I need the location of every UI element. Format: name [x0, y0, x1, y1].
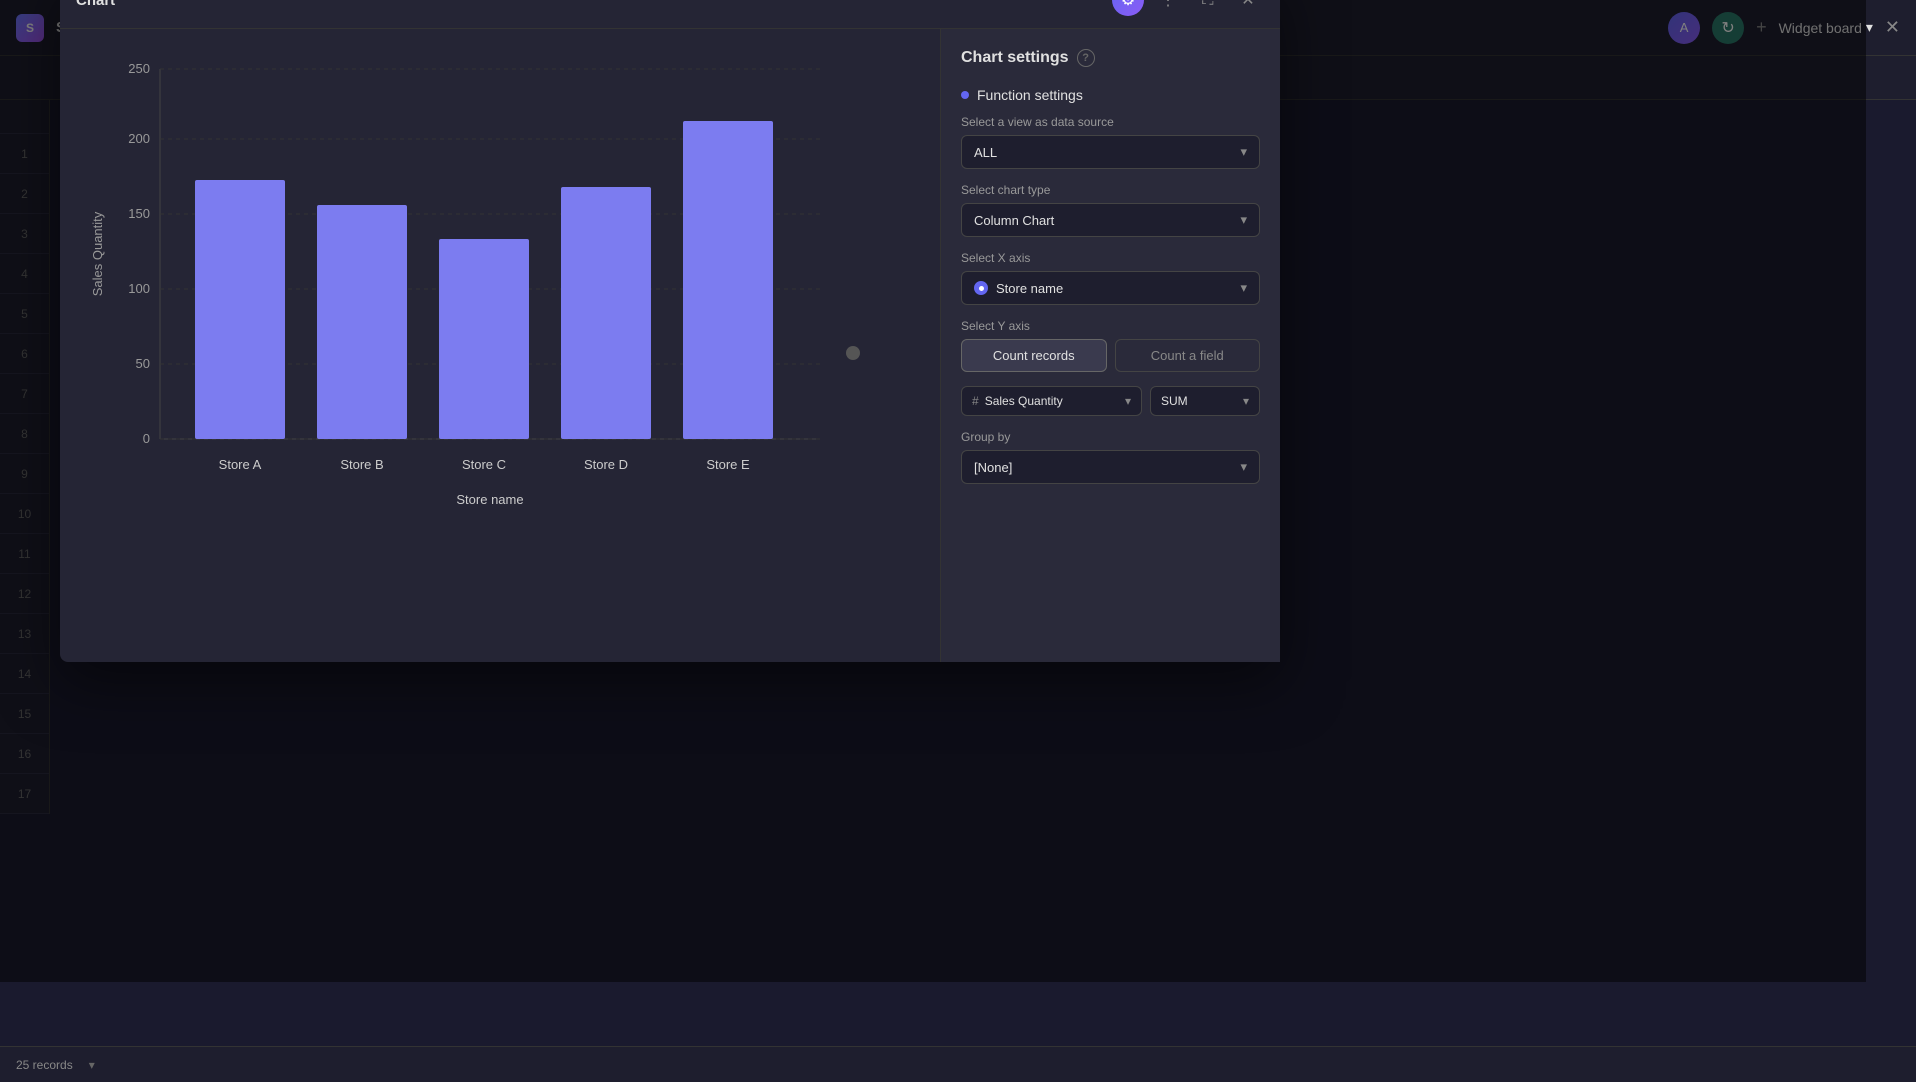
records-chevron-icon[interactable]: ▾ — [89, 1058, 95, 1072]
chevron-down-icon: ▾ — [1240, 280, 1247, 296]
y-axis-buttons: Count records Count a field — [961, 339, 1260, 372]
svg-text:0: 0 — [143, 431, 150, 446]
chart-type-label: Select chart type — [961, 183, 1260, 197]
field-tag[interactable]: # Sales Quantity ▾ — [961, 386, 1142, 416]
modal-header: Chart ⚙ ⋮ ⛶ ✕ — [60, 0, 1280, 29]
modal-overlay[interactable]: Chart ⚙ ⋮ ⛶ ✕ — [0, 0, 1866, 982]
chevron-down-icon: ▾ — [1866, 19, 1873, 36]
svg-text:Store D: Store D — [584, 457, 628, 472]
field-name: Sales Quantity — [985, 394, 1063, 408]
svg-text:Store name: Store name — [456, 492, 523, 507]
svg-text:Store A: Store A — [219, 457, 262, 472]
group-by-select[interactable]: [None] ▾ — [961, 450, 1260, 484]
x-axis-radio-inner — [979, 286, 984, 291]
modal-title: Chart — [76, 0, 115, 9]
chart-area: 0 50 100 150 200 250 Sales Quantity — [60, 29, 940, 662]
field-chevron-icon: ▾ — [1125, 394, 1131, 408]
svg-text:50: 50 — [136, 356, 150, 371]
close-modal-button[interactable]: ✕ — [1232, 0, 1264, 16]
chart-type-select[interactable]: Column Chart ▾ — [961, 203, 1260, 237]
svg-text:250: 250 — [128, 61, 150, 76]
bar-chart: 0 50 100 150 200 250 Sales Quantity — [80, 49, 860, 529]
chevron-down-icon: ▾ — [1240, 144, 1247, 160]
svg-text:Store E: Store E — [706, 457, 750, 472]
chart-type-value: Column Chart — [974, 213, 1054, 228]
aggregation-select[interactable]: SUM ▾ — [1150, 386, 1260, 416]
svg-text:Store B: Store B — [340, 457, 383, 472]
field-row: # Sales Quantity ▾ SUM ▾ — [961, 386, 1260, 416]
count-records-button[interactable]: Count records — [961, 339, 1107, 372]
svg-text:100: 100 — [128, 281, 150, 296]
x-axis-radio-wrapper: Store name — [974, 281, 1063, 296]
data-source-label: Select a view as data source — [961, 115, 1260, 129]
bar-store-b — [317, 205, 407, 439]
bar-store-c — [439, 239, 529, 439]
data-source-value: ALL — [974, 145, 997, 160]
modal-header-actions: ⚙ ⋮ ⛶ ✕ — [1112, 0, 1264, 16]
chart-dot-indicator — [846, 346, 860, 360]
section-dot — [961, 91, 969, 99]
data-source-select[interactable]: ALL ▾ — [961, 135, 1260, 169]
modal-body: 0 50 100 150 200 250 Sales Quantity — [60, 29, 1280, 662]
help-icon[interactable]: ? — [1077, 49, 1095, 67]
chevron-down-icon: ▾ — [1240, 212, 1247, 228]
x-axis-value: Store name — [996, 281, 1063, 296]
settings-title: Chart settings ? — [961, 49, 1260, 67]
svg-text:150: 150 — [128, 206, 150, 221]
bar-store-d — [561, 187, 651, 439]
count-a-field-button[interactable]: Count a field — [1115, 339, 1261, 372]
chart-settings-icon-button[interactable]: ⚙ — [1112, 0, 1144, 16]
section-header-function: Function settings — [961, 87, 1260, 103]
more-options-button[interactable]: ⋮ — [1152, 0, 1184, 16]
chevron-down-icon: ▾ — [1243, 394, 1249, 408]
function-settings-section: Function settings Select a view as data … — [961, 87, 1260, 484]
x-axis-radio — [974, 281, 988, 295]
expand-button[interactable]: ⛶ — [1192, 0, 1224, 16]
records-count[interactable]: 25 records — [16, 1058, 73, 1072]
bar-store-a — [195, 180, 285, 439]
aggregation-value: SUM — [1161, 394, 1188, 408]
svg-text:Store C: Store C — [462, 457, 506, 472]
group-by-value: [None] — [974, 460, 1012, 475]
section-label-function: Function settings — [977, 87, 1083, 103]
chart-container: 0 50 100 150 200 250 Sales Quantity — [80, 49, 920, 642]
chart-modal: Chart ⚙ ⋮ ⛶ ✕ — [60, 0, 1280, 662]
group-by-label: Group by — [961, 430, 1260, 444]
x-axis-select[interactable]: Store name ▾ — [961, 271, 1260, 305]
close-top-button[interactable]: ✕ — [1885, 17, 1900, 38]
status-bar: 25 records ▾ — [0, 1046, 1916, 1082]
svg-text:Sales Quantity: Sales Quantity — [90, 211, 105, 296]
field-hash-icon: # — [972, 394, 979, 408]
x-axis-label: Select X axis — [961, 251, 1260, 265]
y-axis-label: Select Y axis — [961, 319, 1260, 333]
chevron-down-icon: ▾ — [1240, 459, 1247, 475]
svg-text:200: 200 — [128, 131, 150, 146]
settings-panel: Chart settings ? Function settings Selec… — [940, 29, 1280, 662]
bar-store-e — [683, 121, 773, 439]
